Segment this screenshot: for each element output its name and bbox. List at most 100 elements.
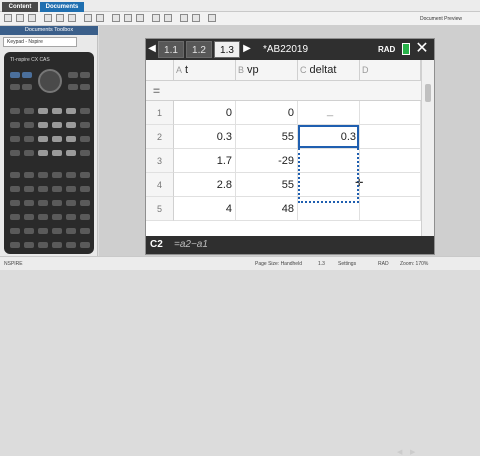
calc-key[interactable] <box>22 84 32 90</box>
tab-documents[interactable]: Documents <box>40 2 84 12</box>
cell-vp[interactable]: 55 <box>236 173 298 197</box>
calc-key[interactable] <box>10 122 20 128</box>
calc-key[interactable] <box>52 150 62 156</box>
calc-key[interactable] <box>52 214 62 220</box>
page-tab[interactable]: 1.1 <box>158 41 184 58</box>
vertical-scrollbar[interactable] <box>421 60 434 236</box>
calc-key[interactable] <box>52 200 62 206</box>
calc-key[interactable] <box>24 186 34 192</box>
calc-key[interactable] <box>80 150 90 156</box>
paste-icon[interactable] <box>68 14 76 22</box>
cell-vp[interactable]: -29 <box>236 149 298 173</box>
calc-key[interactable] <box>52 228 62 234</box>
calc-key[interactable] <box>10 72 20 78</box>
page-tab-active[interactable]: 1.3 <box>214 41 240 58</box>
page-size-label[interactable]: Page Size: Handheld <box>255 259 315 269</box>
row-number[interactable]: 2 <box>146 125 174 149</box>
entry-formula[interactable]: =a2−a1 <box>174 238 374 252</box>
calc-key[interactable] <box>24 214 34 220</box>
document-preview-label[interactable]: Document Preview <box>420 15 462 23</box>
calc-key[interactable] <box>24 150 34 156</box>
calc-key[interactable] <box>10 242 20 248</box>
prev-page-arrow[interactable]: ◀ <box>148 42 156 56</box>
undo-icon[interactable] <box>84 14 92 22</box>
calc-key[interactable] <box>24 172 34 178</box>
cell-t[interactable]: 0.3 <box>174 125 236 149</box>
calc-key[interactable] <box>66 172 76 178</box>
keypad-select[interactable]: Keypad - Nspire <box>3 37 77 47</box>
settings-icon[interactable] <box>152 14 160 22</box>
calc-key[interactable] <box>68 72 78 78</box>
calc-key[interactable] <box>52 242 62 248</box>
close-button[interactable]: ✕ <box>414 40 430 58</box>
calc-key[interactable] <box>10 186 20 192</box>
calc-key[interactable] <box>80 122 90 128</box>
calc-key[interactable] <box>66 108 76 114</box>
next-page-arrow[interactable]: ▶ <box>243 42 251 56</box>
column-header[interactable]: Bvp <box>236 60 298 81</box>
calc-key[interactable] <box>24 200 34 206</box>
grid-icon[interactable] <box>192 14 200 22</box>
calc-key[interactable] <box>52 108 62 114</box>
zoom-label[interactable]: Zoom: 170% <box>400 259 444 269</box>
calc-key[interactable] <box>10 136 20 142</box>
column-header[interactable]: At <box>174 60 236 81</box>
cell-vp[interactable]: 48 <box>236 197 298 221</box>
calc-key[interactable] <box>52 172 62 178</box>
scroll-left-arrow[interactable]: ◀ <box>397 448 402 456</box>
calc-key[interactable] <box>38 108 48 114</box>
cell-t[interactable]: 0 <box>174 101 236 125</box>
calc-key[interactable] <box>80 72 90 78</box>
corner-cell[interactable] <box>146 60 174 81</box>
calc-key[interactable] <box>80 200 90 206</box>
calc-key[interactable] <box>10 108 20 114</box>
calc-key[interactable] <box>10 172 20 178</box>
calc-key[interactable] <box>38 172 48 178</box>
insert-icon[interactable] <box>112 14 120 22</box>
formula-row[interactable]: = <box>146 81 421 101</box>
settings-button[interactable]: Settings <box>338 259 368 269</box>
tab-content[interactable]: Content <box>2 2 38 12</box>
row-number[interactable]: 5 <box>146 197 174 221</box>
calc-key[interactable] <box>66 228 76 234</box>
calc-key[interactable] <box>80 172 90 178</box>
calc-key[interactable] <box>10 228 20 234</box>
column-header[interactable]: D <box>360 60 421 81</box>
calc-key[interactable] <box>66 214 76 220</box>
calc-key[interactable] <box>80 84 90 90</box>
calc-key[interactable] <box>80 136 90 142</box>
calc-key[interactable] <box>24 122 34 128</box>
cell-d[interactable] <box>360 125 421 149</box>
calc-key[interactable] <box>66 186 76 192</box>
new-document-icon[interactable] <box>4 14 12 22</box>
redo-icon[interactable] <box>96 14 104 22</box>
layout-icon[interactable] <box>180 14 188 22</box>
calc-key[interactable] <box>24 242 34 248</box>
screenshot-icon[interactable] <box>136 14 144 22</box>
calc-key[interactable] <box>24 108 34 114</box>
calc-key[interactable] <box>38 186 48 192</box>
calc-key[interactable] <box>66 200 76 206</box>
open-folder-icon[interactable] <box>16 14 24 22</box>
save-icon[interactable] <box>28 14 36 22</box>
calc-key[interactable] <box>10 84 20 90</box>
calc-key[interactable] <box>66 242 76 248</box>
help-icon[interactable] <box>164 14 172 22</box>
calc-key[interactable] <box>68 84 78 90</box>
cell-d[interactable] <box>360 197 421 221</box>
column-header[interactable]: Cdeltat <box>298 60 360 81</box>
cell-t[interactable]: 2.8 <box>174 173 236 197</box>
calc-key[interactable] <box>38 150 48 156</box>
calc-key[interactable] <box>10 214 20 220</box>
calc-key[interactable] <box>38 242 48 248</box>
page-icon[interactable] <box>124 14 132 22</box>
fill-down-selection[interactable] <box>298 148 359 203</box>
calc-key[interactable] <box>38 214 48 220</box>
calc-key[interactable] <box>66 136 76 142</box>
calc-key[interactable] <box>66 150 76 156</box>
display-icon[interactable] <box>208 14 216 22</box>
calc-key[interactable] <box>38 200 48 206</box>
calc-key[interactable] <box>52 122 62 128</box>
calc-key[interactable] <box>80 108 90 114</box>
cell-vp[interactable]: 55 <box>236 125 298 149</box>
